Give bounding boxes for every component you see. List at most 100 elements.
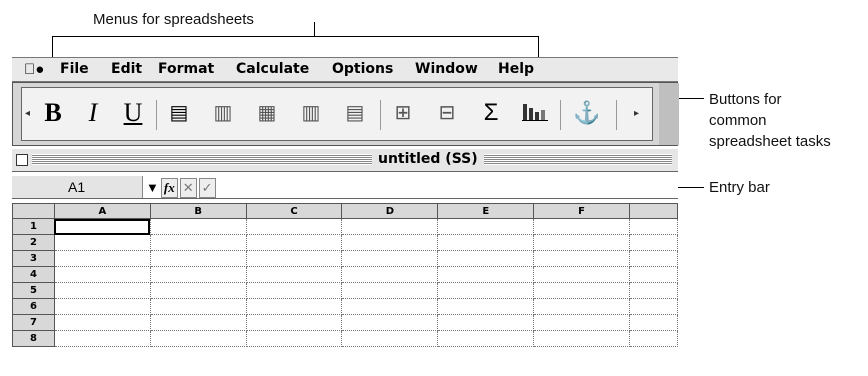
row-header[interactable]: 8 [12,330,55,347]
row-header[interactable]: 2 [12,234,55,251]
grid-cell[interactable] [150,298,247,315]
menu-format[interactable]: Format [158,61,214,77]
grid-cell[interactable] [629,314,678,331]
grid-cell[interactable] [629,218,678,235]
cell-reference[interactable]: A1 [12,176,143,198]
grid-cell[interactable] [246,218,343,235]
grid-cell[interactable] [246,314,343,331]
grid-cell[interactable] [629,282,678,299]
select-all-corner[interactable] [12,203,55,219]
grid-cell[interactable] [533,234,630,251]
anchor-icon[interactable]: ⚓ [570,96,604,130]
column-header-d[interactable]: D [341,203,439,219]
grid-cell[interactable] [54,218,151,235]
column-header-c[interactable]: C [245,203,343,219]
grid-cell[interactable] [246,250,343,267]
column-header-a[interactable]: A [53,203,151,219]
accept-icon[interactable]: ✓ [198,178,216,198]
grid-cell[interactable] [246,282,343,299]
row-header[interactable]: 4 [12,266,55,283]
grid-cell[interactable] [341,314,439,331]
grid-cell[interactable] [437,282,535,299]
grid-cell[interactable] [533,298,630,315]
grid-cell[interactable] [54,266,151,283]
menu-file[interactable]: File [60,61,89,77]
row-header[interactable]: 6 [12,298,55,315]
document-title-bar[interactable]: untitled (SS) [12,149,678,172]
grid-cell[interactable] [54,282,151,299]
grid-cell[interactable] [437,234,535,251]
sum-icon[interactable]: Σ [474,96,508,130]
grid-cell[interactable] [246,266,343,283]
grid-cell[interactable] [246,234,343,251]
column-header-e[interactable]: E [437,203,535,219]
function-icon[interactable]: fx [160,178,178,198]
chart-icon[interactable] [518,96,552,130]
grid-cell[interactable] [629,234,678,251]
scroll-right-icon[interactable]: ▸ [634,108,639,119]
grid-cell[interactable] [246,330,343,347]
cancel-icon[interactable]: ✕ [179,178,197,198]
grid-cell[interactable] [533,218,630,235]
bold-icon[interactable]: B [36,96,70,130]
delete-cells-icon[interactable]: ⊟ [430,96,464,130]
grid-cell[interactable] [533,266,630,283]
insert-cells-icon[interactable]: ⊞ [386,96,420,130]
column-header-b[interactable]: B [149,203,247,219]
grid-cell[interactable] [150,282,247,299]
grid-cell[interactable] [150,330,247,347]
grid-cell[interactable] [150,218,247,235]
grid-cell[interactable] [54,234,151,251]
grid-cell[interactable] [341,218,439,235]
apple-menu-icon[interactable]: ● [24,61,44,78]
grid-cell[interactable] [150,266,247,283]
grid-cell[interactable] [54,330,151,347]
underline-icon[interactable]: U [116,96,150,130]
row-header[interactable]: 7 [12,314,55,331]
grid-cell[interactable] [341,234,439,251]
grid-cell[interactable] [150,314,247,331]
grid-cell[interactable] [629,250,678,267]
grid-cell[interactable] [629,330,678,347]
grid-cell[interactable] [629,266,678,283]
grid-cell[interactable] [533,282,630,299]
grid-cell[interactable] [54,298,151,315]
italic-icon[interactable]: I [76,96,110,130]
grid-cell[interactable] [341,298,439,315]
menu-options[interactable]: Options [332,61,393,77]
close-box-icon[interactable] [16,154,28,166]
entry-input[interactable] [244,176,678,198]
grid-cell[interactable] [341,330,439,347]
align-right-icon[interactable]: ▦ [250,96,284,130]
menu-help[interactable]: Help [498,61,534,77]
grid-cell[interactable] [150,250,247,267]
column-header-g[interactable] [629,203,678,219]
grid-cell[interactable] [54,314,151,331]
grid-cell[interactable] [629,298,678,315]
grid-cell[interactable] [437,314,535,331]
scroll-left-icon[interactable]: ◂ [25,108,30,119]
grid-cell[interactable] [437,330,535,347]
align-center-icon[interactable]: ▥ [206,96,240,130]
grid-cell[interactable] [437,266,535,283]
grid-cell[interactable] [341,266,439,283]
column-header-f[interactable]: F [533,203,630,219]
grid-cell[interactable] [437,218,535,235]
grid-cell[interactable] [54,250,151,267]
cell-dropdown-icon[interactable]: ▼ [146,179,159,197]
grid-cell[interactable] [246,298,343,315]
align-left-icon[interactable]: ▤ [162,96,196,130]
grid-cell[interactable] [341,250,439,267]
fill-icon[interactable]: ▤ [338,96,372,130]
menu-calculate[interactable]: Calculate [236,61,309,77]
grid-cell[interactable] [437,298,535,315]
menu-window[interactable]: Window [415,61,478,77]
menu-edit[interactable]: Edit [111,61,142,77]
justify-icon[interactable]: ▥ [294,96,328,130]
row-header[interactable]: 3 [12,250,55,267]
grid-cell[interactable] [437,250,535,267]
grid-cell[interactable] [341,282,439,299]
row-header[interactable]: 5 [12,282,55,299]
row-header[interactable]: 1 [12,218,55,235]
grid-cell[interactable] [150,234,247,251]
